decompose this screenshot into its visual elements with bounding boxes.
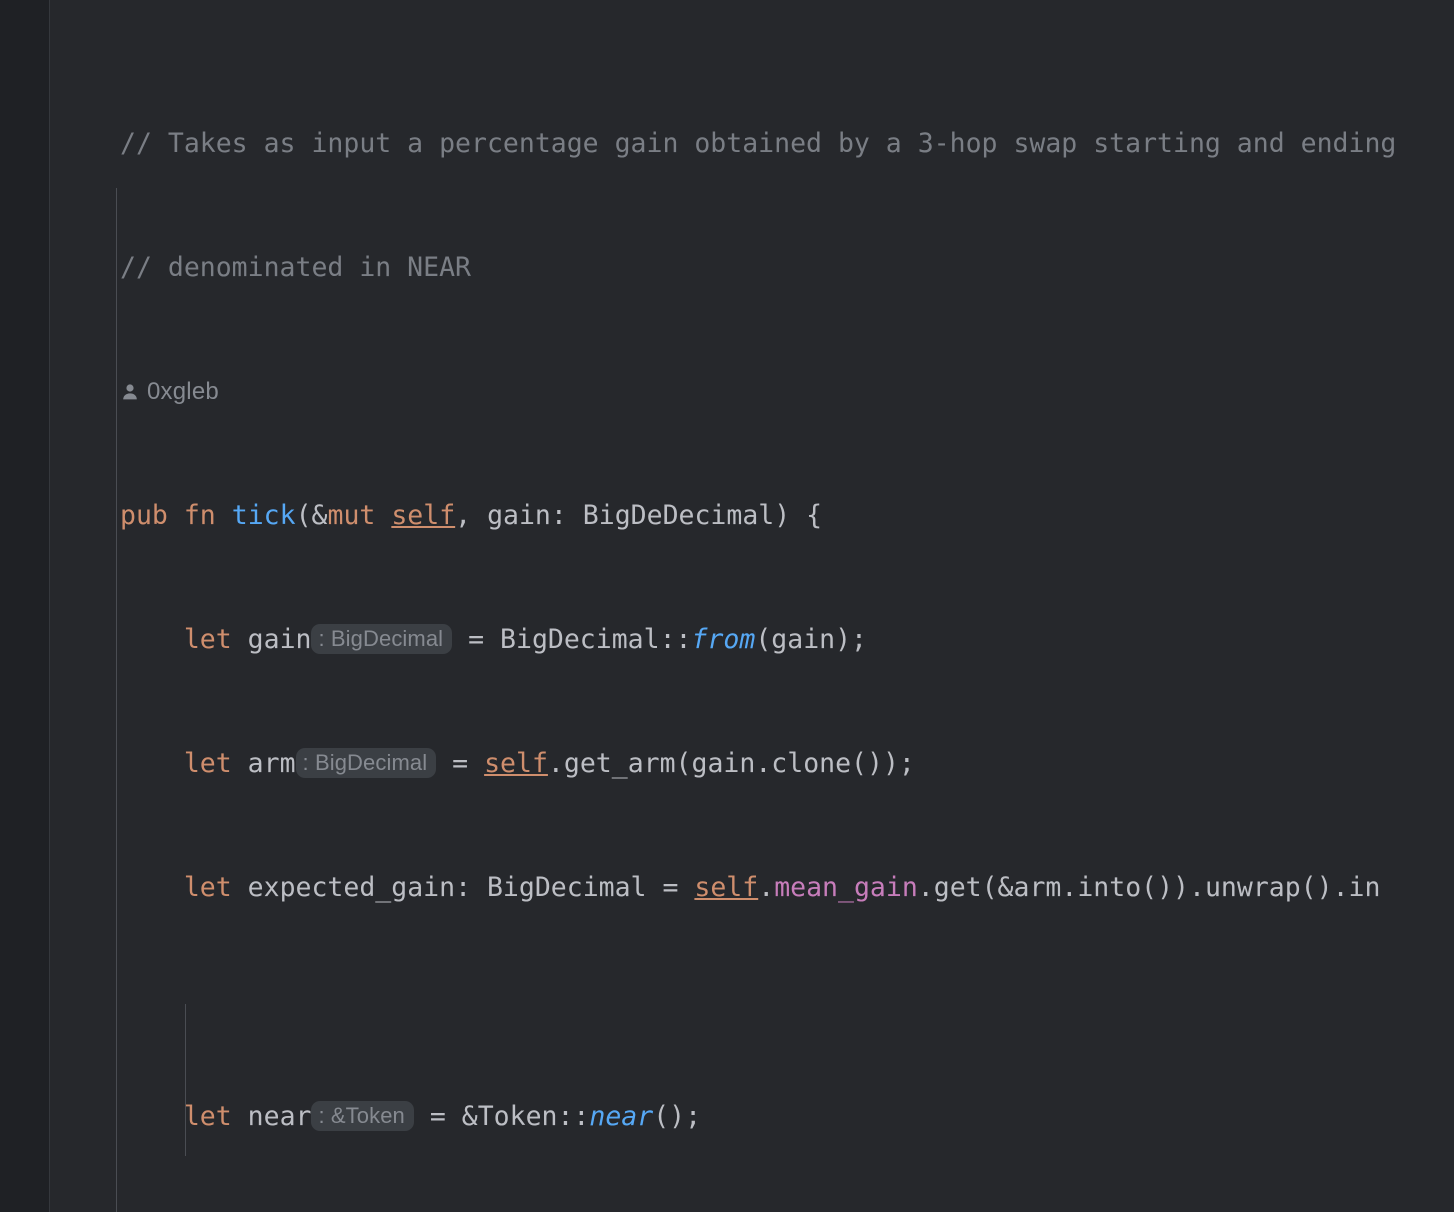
keyword-fn: fn <box>183 500 216 531</box>
binding-name: gain <box>231 624 312 655</box>
code-text: (gain); <box>755 624 868 655</box>
self-keyword[interactable]: self <box>391 500 455 531</box>
keyword-let: let <box>183 872 232 903</box>
code-line-let-gain[interactable]: let gain: BigDecimal = BigDecimal::from(… <box>51 616 1454 664</box>
keyword-let: let <box>183 1101 232 1132</box>
keyword-let: let <box>183 748 232 779</box>
comment-text: // denominated in NEAR <box>120 252 471 283</box>
keyword-pub: pub <box>120 500 168 531</box>
self-keyword[interactable]: self <box>694 872 758 903</box>
author-name: 0xgleb <box>147 378 219 405</box>
code-line-let-near[interactable]: let near: &Token = &Token::near(); <box>51 1093 1454 1141</box>
inlay-type-hint[interactable]: : BigDecimal <box>311 624 453 654</box>
code-line-comment-2[interactable]: // denominated in NEAR <box>51 244 1454 292</box>
keyword-mut: mut <box>327 500 376 531</box>
function-name-tick[interactable]: tick <box>232 500 296 531</box>
dot: . <box>758 872 775 903</box>
code-text: .get_arm(gain.clone()); <box>547 748 915 779</box>
code-text: = BigDecimal:: <box>452 624 692 655</box>
code-text: .get(&arm.into()).unwrap().in <box>917 872 1381 903</box>
open-paren-amp: (& <box>295 500 328 531</box>
code-text: = &Token:: <box>413 1101 590 1132</box>
code-text: = <box>436 748 485 779</box>
inlay-type-hint[interactable]: : BigDecimal <box>295 748 437 778</box>
code-content[interactable]: // Takes as input a percentage gain obta… <box>51 44 1454 1212</box>
signature-rest: , gain: BigDeDecimal) { <box>455 500 823 531</box>
code-line-let-arm[interactable]: let arm: BigDecimal = self.get_arm(gain.… <box>51 740 1454 788</box>
binding-name: arm <box>231 748 296 779</box>
self-keyword[interactable]: self <box>484 748 548 779</box>
field-mean-gain[interactable]: mean_gain <box>774 872 918 903</box>
function-call-near[interactable]: near <box>589 1101 653 1132</box>
binding-name: expected_gain: BigDecimal = <box>231 872 695 903</box>
comment-text: // Takes as input a percentage gain obta… <box>120 128 1397 159</box>
code-line-comment-1[interactable]: // Takes as input a percentage gain obta… <box>51 120 1454 168</box>
editor-gutter[interactable] <box>0 0 50 1212</box>
code-editor-window: // Takes as input a percentage gain obta… <box>0 0 1454 1212</box>
code-text: (); <box>653 1101 702 1132</box>
code-surface[interactable]: // Takes as input a percentage gain obta… <box>51 0 1454 1212</box>
keyword-let: let <box>183 624 232 655</box>
function-call-from[interactable]: from <box>692 624 756 655</box>
code-line-blank[interactable] <box>51 969 1454 1017</box>
person-icon <box>120 382 140 402</box>
inlay-type-hint[interactable]: : &Token <box>311 1101 414 1131</box>
code-line-let-expected-gain[interactable]: let expected_gain: BigDecimal = self.mea… <box>51 864 1454 912</box>
code-line-blank[interactable] <box>51 1198 1454 1212</box>
code-line-fn-signature[interactable]: pub fn tick(&mut self, gain: BigDeDecima… <box>51 492 1454 540</box>
binding-name: near <box>231 1101 312 1132</box>
code-vision-author-annotation[interactable]: 0xgleb <box>51 368 1454 416</box>
